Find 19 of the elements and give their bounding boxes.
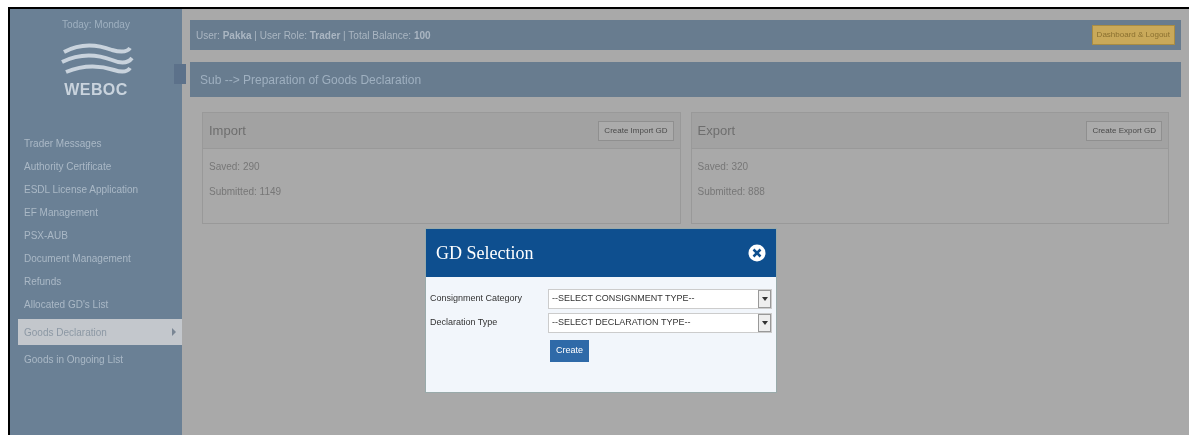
dialog-title: GD Selection [436,241,534,265]
field-label: Declaration Type [430,316,499,330]
sidebar-item[interactable]: Document Management [10,247,182,270]
field-label: Consignment Category [430,292,524,306]
user-info-text: User: Pakka | User Role: Trader | Total Balance: 100 [196,28,431,43]
select-field[interactable]: --SELECT CONSIGNMENT TYPE-- [547,289,772,309]
sidebar-item[interactable]: Allocated GD's List [10,293,182,316]
select-field[interactable]: --SELECT DECLARATION TYPE-- [547,313,772,333]
create-button[interactable]: Create [550,340,589,362]
sidebar-item[interactable]: ESDL License Application [10,178,182,201]
sidebar-item[interactable]: Authority Certificate [10,155,182,178]
logo-text: WEBOC [64,80,128,100]
create-gd-button[interactable]: Create Export GD [1086,120,1162,141]
sidebar-item[interactable]: EF Management [10,201,182,224]
sidebar-item[interactable]: PSX-AUB [10,224,182,247]
sidebar-item[interactable]: Trader Messages [10,132,182,155]
sidebar-item[interactable]: Refunds [10,270,182,293]
create-gd-button[interactable]: Create Import GD [598,120,674,141]
close-icon[interactable] [748,244,766,262]
